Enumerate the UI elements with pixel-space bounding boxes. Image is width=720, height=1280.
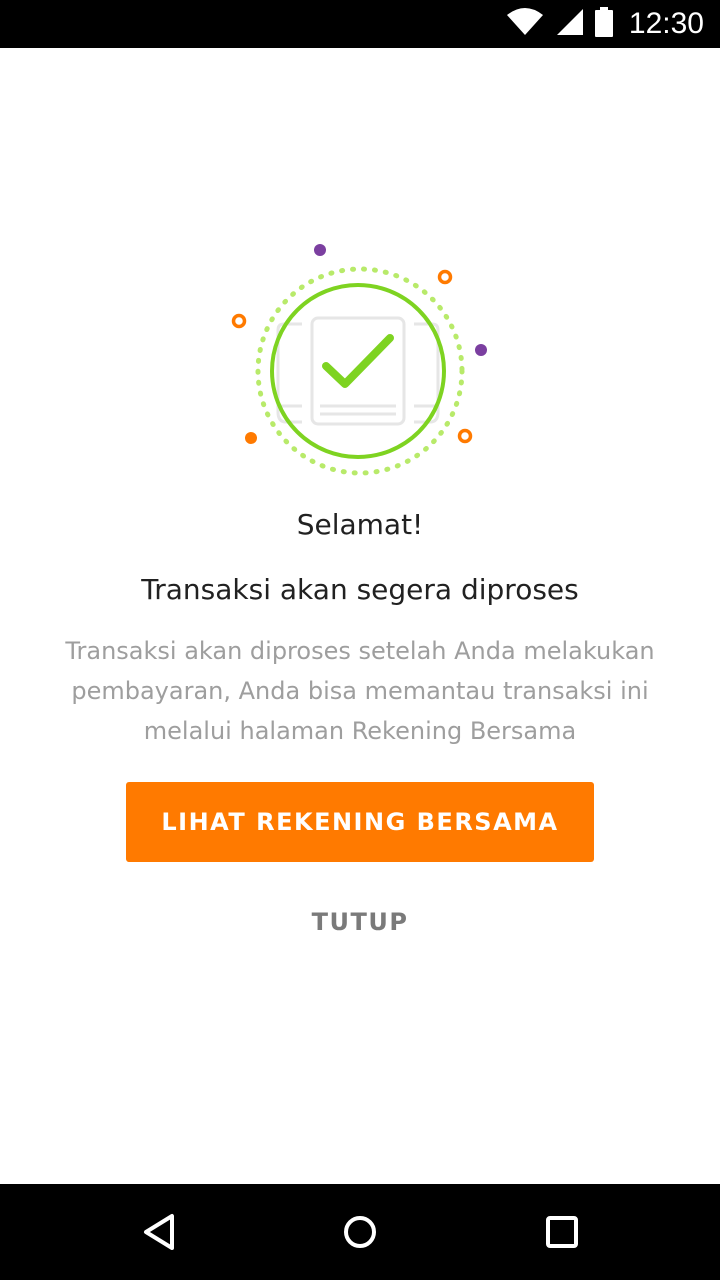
- battery-icon: [594, 7, 613, 41]
- success-title: Selamat!: [296, 508, 424, 541]
- success-screen: [0, 48, 720, 1184]
- home-icon[interactable]: [330, 1202, 390, 1262]
- description-line: pembayaran, Anda bisa memantau transaksi…: [71, 677, 649, 705]
- recents-icon[interactable]: [532, 1202, 592, 1262]
- navigation-bar: [0, 1184, 720, 1280]
- back-icon[interactable]: [130, 1202, 190, 1262]
- success-subtitle: Transaksi akan segera diproses: [141, 573, 579, 606]
- success-description: Transaksi akan diproses setelah Anda mel…: [30, 631, 690, 751]
- close-button[interactable]: TUTUP: [260, 892, 460, 952]
- status-time: 12:30: [628, 7, 704, 40]
- success-illustration: [220, 234, 500, 484]
- signal-icon: [555, 7, 585, 41]
- view-joint-account-button[interactable]: LIHAT REKENING BERSAMA: [126, 782, 594, 862]
- description-line: Transaksi akan diproses setelah Anda mel…: [65, 637, 655, 665]
- check-icon: [322, 334, 394, 388]
- status-bar: 12:30: [0, 0, 720, 48]
- description-line: melalui halaman Rekening Bersama: [143, 717, 577, 745]
- status-icons: 12:30: [505, 0, 704, 48]
- wifi-icon: [505, 7, 545, 41]
